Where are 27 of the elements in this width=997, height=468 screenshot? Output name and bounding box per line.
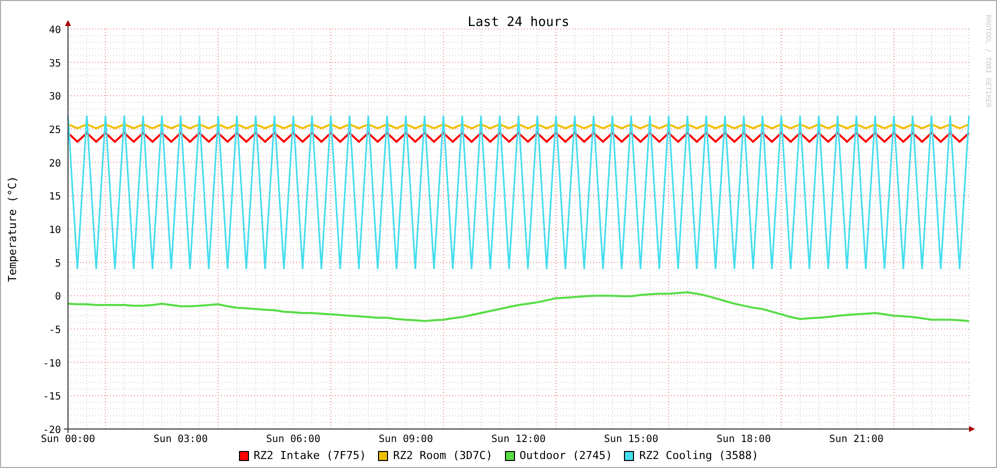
y-tick-label: 10 <box>48 225 61 236</box>
x-tick-label: Sun 21:00 <box>829 434 884 445</box>
x-tick-label: Sun 06:00 <box>266 434 320 445</box>
chart-title: Last 24 hours <box>468 15 570 30</box>
legend-label: RZ2 Cooling (3588) <box>639 449 758 462</box>
y-tick-label: 5 <box>54 258 61 270</box>
x-tick-label: Sun 03:00 <box>154 434 208 445</box>
y-tick-label: 20 <box>48 158 61 170</box>
y-tick-label: -5 <box>48 325 61 336</box>
y-tick-label: -10 <box>42 358 61 370</box>
legend-label: RZ2 Intake (7F75) <box>254 449 366 462</box>
y-tick-label: 30 <box>48 92 61 103</box>
legend-label: RZ2 Room (3D7C) <box>393 449 492 462</box>
y-axis-label: Temperature (°C) <box>6 176 19 282</box>
y-tick-label: 35 <box>48 58 61 70</box>
legend-label: Outdoor (2745) <box>520 449 612 462</box>
y-tick-label: -20 <box>42 425 61 436</box>
y-tick-label: 25 <box>48 125 61 136</box>
x-tick-label: Sun 18:00 <box>716 434 771 445</box>
y-tick-label: 0 <box>54 292 61 303</box>
y-tick-label: 40 <box>48 25 61 36</box>
x-tick-label: Sun 12:00 <box>491 434 546 445</box>
x-tick-label: Sun 15:00 <box>604 434 658 445</box>
x-tick-label: Sun 00:00 <box>40 434 96 445</box>
x-tick-label: Sun 09:00 <box>378 434 433 445</box>
y-tick-label: -15 <box>42 392 61 403</box>
y-tick-label: 15 <box>48 192 61 203</box>
